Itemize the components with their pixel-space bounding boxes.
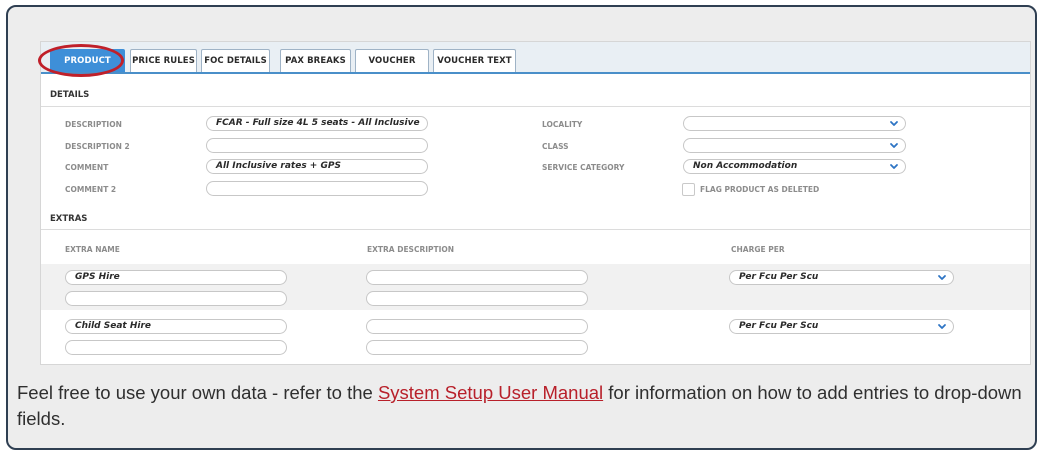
extra-description-field[interactable] bbox=[366, 319, 588, 334]
class-select[interactable] bbox=[683, 138, 906, 153]
extra-description2-field[interactable] bbox=[366, 291, 588, 306]
tab-voucher-text[interactable]: VOUCHER TEXT bbox=[433, 49, 516, 72]
extras-heading: EXTRAS bbox=[50, 214, 88, 224]
highlight-ring bbox=[38, 44, 124, 77]
tab-bar: PRODUCT PRICE RULES FOC DETAILS PAX BREA… bbox=[41, 42, 1030, 74]
service-category-label: SERVICE CATEGORY bbox=[542, 163, 625, 172]
locality-select[interactable] bbox=[683, 116, 906, 131]
extras-divider bbox=[41, 229, 1030, 230]
tab-voucher[interactable]: VOUCHER bbox=[355, 49, 429, 72]
charge-per-select[interactable]: Per Fcu Per Scu bbox=[729, 319, 954, 334]
details-divider bbox=[41, 106, 1030, 107]
comment-field[interactable]: All Inclusive rates + GPS bbox=[206, 159, 428, 174]
extra-name2-field[interactable] bbox=[65, 291, 287, 306]
details-heading: DETAILS bbox=[50, 90, 90, 100]
tab-pax-breaks[interactable]: PAX BREAKS bbox=[280, 49, 351, 72]
product-form-panel: PRODUCT PRICE RULES FOC DETAILS PAX BREA… bbox=[38, 42, 1030, 364]
description2-field[interactable] bbox=[206, 138, 428, 153]
class-label: CLASS bbox=[542, 142, 569, 151]
chevron-down-icon bbox=[890, 121, 898, 126]
chevron-down-icon bbox=[938, 324, 946, 329]
extra-description-field[interactable] bbox=[366, 270, 588, 285]
extra-name-field[interactable]: GPS Hire bbox=[65, 270, 287, 285]
charge-per-select[interactable]: Per Fcu Per Scu bbox=[729, 270, 954, 285]
comment2-field[interactable] bbox=[206, 181, 428, 196]
extra-name-field[interactable]: Child Seat Hire bbox=[65, 319, 287, 334]
description2-label: DESCRIPTION 2 bbox=[65, 142, 130, 151]
chevron-down-icon bbox=[890, 164, 898, 169]
tab-foc-details[interactable]: FOC DETAILS bbox=[201, 49, 270, 72]
comment2-label: COMMENT 2 bbox=[65, 185, 117, 194]
chevron-down-icon bbox=[938, 275, 946, 280]
description-label: DESCRIPTION bbox=[65, 120, 122, 129]
charge-per-value: Per Fcu Per Scu bbox=[739, 321, 819, 331]
flag-deleted-label: FLAG PRODUCT AS DELETED bbox=[700, 185, 820, 194]
charge-per-value: Per Fcu Per Scu bbox=[739, 272, 819, 282]
flag-deleted-checkbox[interactable] bbox=[682, 183, 695, 196]
description-field[interactable]: FCAR - Full size 4L 5 seats - All Inclus… bbox=[206, 116, 428, 131]
note-text-before: Feel free to use your own data - refer t… bbox=[17, 382, 378, 403]
extra-description2-field[interactable] bbox=[366, 340, 588, 355]
service-category-value: Non Accommodation bbox=[693, 161, 798, 171]
service-category-select[interactable]: Non Accommodation bbox=[683, 159, 906, 174]
col-charge-per: CHARGE PER bbox=[731, 245, 785, 254]
extra-name2-field[interactable] bbox=[65, 340, 287, 355]
col-extra-name: EXTRA NAME bbox=[65, 245, 120, 254]
tab-price-rules[interactable]: PRICE RULES bbox=[130, 49, 197, 72]
chevron-down-icon bbox=[890, 143, 898, 148]
comment-label: COMMENT bbox=[65, 163, 109, 172]
system-setup-manual-link[interactable]: System Setup User Manual bbox=[378, 382, 603, 403]
locality-label: LOCALITY bbox=[542, 120, 583, 129]
col-extra-description: EXTRA DESCRIPTION bbox=[367, 245, 455, 254]
help-note: Feel free to use your own data - refer t… bbox=[17, 380, 1027, 432]
